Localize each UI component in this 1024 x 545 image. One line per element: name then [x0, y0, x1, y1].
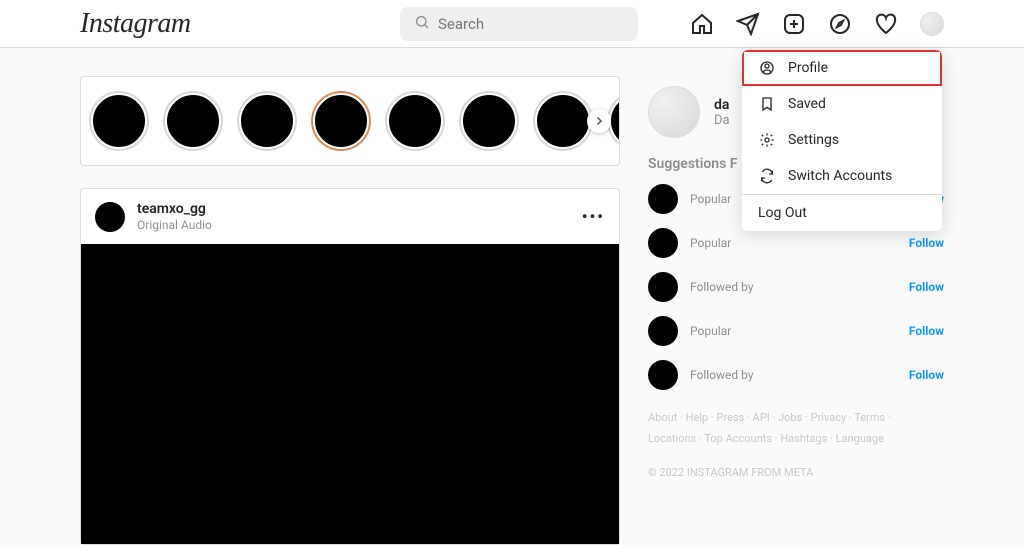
suggestion-sub: Popular — [690, 236, 731, 250]
follow-button[interactable]: Follow — [909, 324, 944, 338]
suggestion-avatar[interactable] — [648, 316, 678, 346]
dropdown-item-settings[interactable]: Settings — [742, 122, 942, 158]
footer-link[interactable]: Jobs — [778, 411, 802, 424]
explore-icon[interactable] — [828, 12, 852, 36]
follow-button[interactable]: Follow — [909, 236, 944, 250]
footer-link[interactable]: Press — [717, 411, 745, 424]
post-more-button[interactable]: ••• — [582, 207, 605, 226]
switch-icon — [758, 168, 776, 184]
suggestion-sub: Popular — [690, 192, 731, 206]
follow-button[interactable]: Follow — [909, 280, 944, 294]
story-item[interactable] — [387, 93, 443, 149]
chevron-right-icon — [593, 115, 605, 127]
post-media[interactable] — [81, 244, 619, 544]
suggestion-row: Popular Follow — [648, 228, 944, 258]
suggestion-avatar[interactable] — [648, 228, 678, 258]
story-item[interactable] — [165, 93, 221, 149]
suggestion-avatar[interactable] — [648, 272, 678, 302]
current-displayname: Da — [714, 113, 730, 128]
stories-next-button[interactable] — [587, 109, 611, 133]
dropdown-item-profile[interactable]: Profile — [742, 50, 942, 86]
dropdown-label: Switch Accounts — [788, 168, 892, 184]
dropdown-label: Saved — [788, 96, 826, 112]
suggestion-sub: Followed by — [690, 280, 754, 294]
gear-icon — [758, 132, 776, 148]
footer-link[interactable]: Terms — [854, 411, 885, 424]
profile-avatar-button[interactable] — [920, 12, 944, 36]
footer-link[interactable]: Locations — [648, 432, 696, 445]
dropdown-item-saved[interactable]: Saved — [742, 86, 942, 122]
suggestion-row: Popular Follow — [648, 316, 944, 346]
feed-post: teamxo_gg Original Audio ••• — [80, 188, 620, 545]
bookmark-icon — [758, 96, 776, 112]
post-subtitle: Original Audio — [137, 218, 212, 232]
new-post-icon[interactable] — [782, 12, 806, 36]
top-bar: Instagram — [0, 0, 1024, 48]
dropdown-label: Log Out — [758, 205, 807, 221]
suggestion-row: Followed by Follow — [648, 272, 944, 302]
search-input[interactable] — [400, 7, 638, 41]
story-item[interactable] — [313, 93, 369, 149]
suggestion-avatar[interactable] — [648, 184, 678, 214]
current-user-text: da Da — [714, 97, 730, 128]
dropdown-item-logout[interactable]: Log Out — [742, 194, 942, 231]
story-item[interactable] — [91, 93, 147, 149]
avatar-icon — [920, 12, 944, 36]
search-wrap — [400, 7, 638, 41]
current-username[interactable]: da — [714, 97, 730, 113]
post-header: teamxo_gg Original Audio ••• — [81, 189, 619, 244]
search-icon — [414, 14, 430, 34]
suggestion-row: Followed by Follow — [648, 360, 944, 390]
feed-column: teamxo_gg Original Audio ••• — [80, 76, 620, 545]
suggestion-sub: Popular — [690, 324, 731, 338]
footer-link[interactable]: Help — [686, 411, 709, 424]
post-username[interactable]: teamxo_gg — [137, 201, 212, 217]
footer-link[interactable]: About — [648, 411, 677, 424]
post-avatar[interactable] — [95, 202, 125, 232]
profile-dropdown: Profile Saved Settings Switch Accounts L… — [742, 50, 942, 231]
stories-tray — [80, 76, 620, 166]
suggestion-sub: Followed by — [690, 368, 754, 382]
footer-link[interactable]: Language — [836, 432, 884, 445]
dropdown-item-switch[interactable]: Switch Accounts — [742, 158, 942, 194]
avatar-icon[interactable] — [648, 86, 700, 138]
instagram-logo[interactable]: Instagram — [80, 8, 191, 40]
story-item[interactable] — [239, 93, 295, 149]
messenger-icon[interactable] — [736, 12, 760, 36]
home-icon[interactable] — [690, 12, 714, 36]
follow-button[interactable]: Follow — [909, 368, 944, 382]
footer-links: About · Help · Press · API · Jobs · Priv… — [648, 408, 944, 450]
post-user-block: teamxo_gg Original Audio — [137, 201, 212, 232]
footer-link[interactable]: API — [753, 411, 770, 424]
footer-link[interactable]: Top Accounts — [704, 432, 772, 445]
dropdown-label: Profile — [788, 60, 828, 76]
footer-link[interactable]: Privacy — [811, 411, 847, 424]
dropdown-label: Settings — [788, 132, 839, 148]
story-item[interactable] — [461, 93, 517, 149]
story-item[interactable] — [535, 93, 591, 149]
nav-icons — [690, 12, 944, 36]
suggestion-avatar[interactable] — [648, 360, 678, 390]
activity-icon[interactable] — [874, 12, 898, 36]
footer-link[interactable]: Hashtags — [780, 432, 827, 445]
copyright: © 2022 INSTAGRAM FROM META — [648, 466, 944, 479]
profile-icon — [758, 60, 776, 76]
